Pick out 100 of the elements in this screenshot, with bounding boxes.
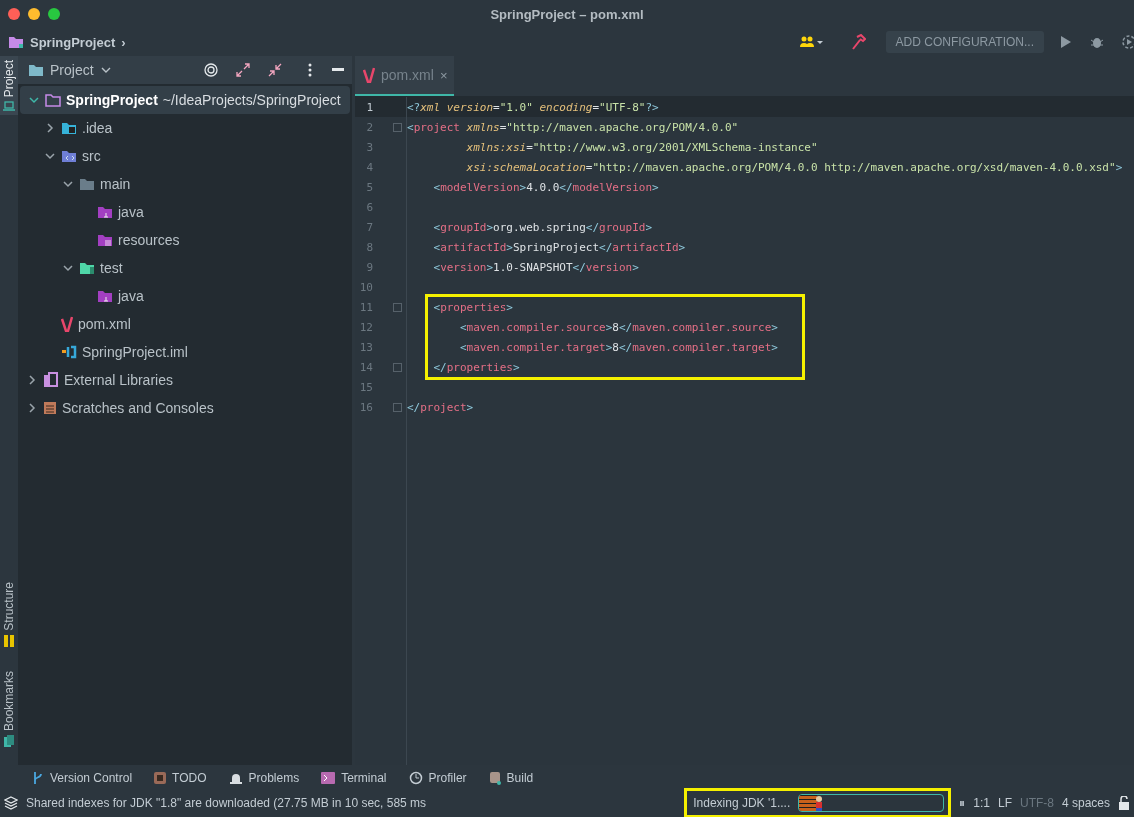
status-item[interactable]: LF: [997, 796, 1012, 810]
collapse-icon[interactable]: [268, 63, 282, 77]
tool-window-tab[interactable]: Bookmarks: [0, 666, 18, 751]
tree-item[interactable]: java: [18, 282, 352, 310]
tool-window-tab[interactable]: Problems: [228, 771, 300, 785]
structure-icon: [4, 634, 14, 647]
tool-window-tab[interactable]: TODO: [154, 771, 207, 785]
code-line: <modelVersion>4.0.0</modelVersion>: [432, 180, 659, 194]
tree-item[interactable]: test: [18, 254, 352, 282]
module-file-icon: [61, 345, 77, 359]
chevron-icon[interactable]: [26, 402, 38, 414]
folder-icon: [79, 177, 95, 191]
breadcrumb[interactable]: SpringProject: [30, 34, 116, 50]
code-line: xsi:schemaLocation="http://maven.apache.org/POM/4.0.0 http://maven.apache.org/xsd/maven-4.0.0.xsd">: [465, 160, 1123, 174]
chevron-icon[interactable]: [62, 262, 74, 274]
chevron-icon[interactable]: [44, 122, 56, 134]
status-item[interactable]: 1:1: [973, 796, 990, 810]
code-line: xmlns:xsi="http://www.w3.org/2001/XMLSchema-instance": [465, 140, 818, 154]
users-icon[interactable]: [799, 36, 824, 48]
chevron-icon[interactable]: [26, 374, 38, 386]
maven-file-icon: [61, 316, 73, 332]
figure-icon: [813, 795, 824, 811]
close-button[interactable]: [8, 8, 20, 20]
lock-icon[interactable]: [1118, 796, 1130, 810]
tree-item[interactable]: pom.xml: [18, 310, 352, 338]
folder-icon: [97, 233, 113, 247]
tool-window-tab[interactable]: Project: [0, 56, 18, 116]
line-number: 3: [365, 140, 373, 154]
tree-item-label: External Libraries: [64, 372, 173, 388]
code-line: <maven.compiler.source>8</maven.compiler.source>: [458, 320, 778, 334]
tree-item[interactable]: SpringProject ~/IdeaProjects/SpringProject: [20, 86, 350, 114]
line-number: 8: [365, 240, 373, 254]
expand-icon[interactable]: [236, 63, 250, 77]
branch-icon: [32, 771, 44, 785]
tree-item[interactable]: SpringProject.iml: [18, 338, 352, 366]
close-tab-button[interactable]: ×: [439, 67, 448, 83]
chevron-icon[interactable]: [62, 178, 74, 190]
minimize-icon[interactable]: [332, 68, 344, 72]
folder-icon: [97, 289, 113, 303]
chevron-icon[interactable]: [44, 150, 56, 162]
tool-window-tab[interactable]: Build: [488, 771, 534, 785]
line-number: 13: [358, 340, 373, 354]
folder-icon: [28, 63, 44, 77]
tree-item[interactable]: External Libraries: [18, 366, 352, 394]
window-title: SpringProject – pom.xml: [490, 6, 644, 22]
run-icon[interactable]: [1060, 35, 1072, 49]
tree-item-label: java: [118, 288, 144, 304]
more-icon[interactable]: [308, 63, 312, 77]
target-icon[interactable]: [204, 63, 218, 77]
maven-file-icon: [363, 67, 375, 83]
line-number: 2: [365, 120, 373, 134]
tree-item[interactable]: java: [18, 198, 352, 226]
tree-item-label: src: [82, 148, 101, 164]
tree-item[interactable]: .idea: [18, 114, 352, 142]
status-item[interactable]: 4 spaces: [1061, 796, 1110, 810]
tool-window-tab[interactable]: Version Control: [32, 771, 133, 785]
alarm-icon: [228, 772, 243, 784]
line-number: 1: [365, 100, 373, 114]
zoom-button[interactable]: [48, 8, 60, 20]
pause-button[interactable]: ⏸: [959, 796, 966, 810]
laptop-icon: [3, 101, 15, 112]
code-line: <?xml version="1.0" encoding="UTF-8"?>: [407, 100, 659, 114]
tool-window-tab[interactable]: Profiler: [408, 771, 467, 785]
line-number: 6: [365, 200, 373, 214]
bug-icon[interactable]: [1090, 35, 1104, 49]
indexing-task[interactable]: Indexing JDK '1....: [684, 788, 952, 817]
chevron-icon[interactable]: [28, 94, 40, 106]
tree-item-label: resources: [118, 232, 180, 248]
line-number: 4: [365, 160, 373, 174]
layers-icon: [4, 796, 18, 810]
editor-tab[interactable]: pom.xml ×: [355, 56, 454, 96]
tool-window-tab[interactable]: Terminal: [321, 771, 387, 785]
tree-item-label: pom.xml: [78, 316, 131, 332]
line-number: 9: [365, 260, 373, 274]
line-number: 5: [365, 180, 373, 194]
add-configuration-button[interactable]: ADD CONFIGURATION...: [885, 31, 1044, 53]
tree-item[interactable]: resources: [18, 226, 352, 254]
panel-title[interactable]: Project: [50, 62, 94, 78]
profiler-icon: [408, 771, 423, 785]
status-message[interactable]: Shared indexes for JDK "1.8" are downloaded (27.75 MB in 10 sec, 585 ms: [26, 796, 427, 810]
tool-window-tab[interactable]: Structure: [0, 578, 18, 651]
line-number: 11: [358, 300, 373, 314]
terminal-icon: [321, 772, 336, 784]
coverage-icon[interactable]: [1120, 34, 1134, 50]
hammer-icon[interactable]: [849, 34, 866, 50]
tree-item-label: java: [118, 204, 144, 220]
line-number: 16: [358, 400, 373, 414]
minimize-button[interactable]: [28, 8, 40, 20]
code-line: <groupId>org.web.spring</groupId>: [432, 220, 653, 234]
tree-item[interactable]: src: [18, 142, 352, 170]
tree-item[interactable]: Scratches and Consoles: [18, 394, 352, 422]
tree-item-label: SpringProject.iml: [82, 344, 188, 360]
tree-item[interactable]: main: [18, 170, 352, 198]
line-number: 7: [365, 220, 373, 234]
folder-icon: [61, 149, 77, 163]
bookmark-icon: [4, 735, 14, 747]
code-line: <version>1.0-SNAPSHOT</version>: [432, 260, 639, 274]
tree-item-label: main: [100, 176, 131, 192]
todo-icon: [154, 772, 167, 784]
line-number: 10: [358, 280, 373, 294]
